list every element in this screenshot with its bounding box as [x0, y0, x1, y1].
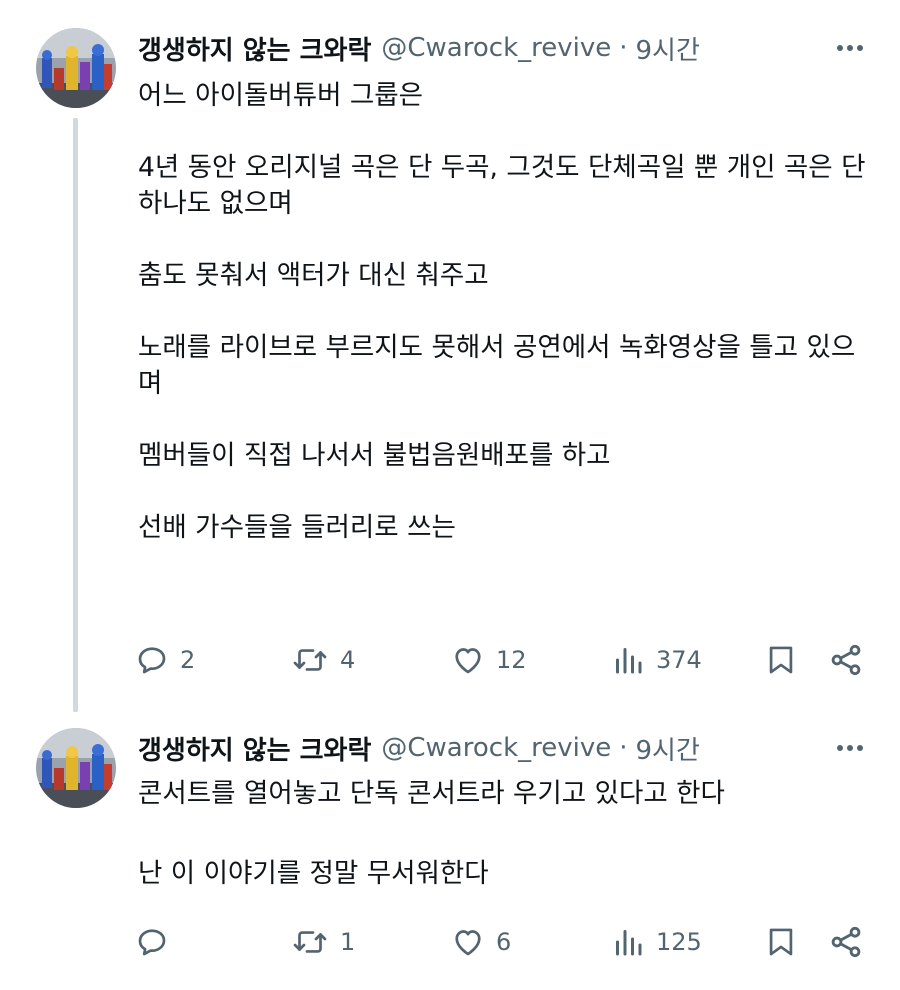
- share-icon: [831, 926, 861, 958]
- text-line: 노래를 라이브로 부르지도 못해서 공연에서 녹화영상을 틀고 있으며: [138, 332, 856, 399]
- tweet-1[interactable]: 갱생하지 않는 크와락 @Cwarock_revive · 9시간 어느 아이돌…: [0, 0, 900, 712]
- retweet-button[interactable]: 1: [290, 922, 355, 962]
- author-name[interactable]: 갱생하지 않는 크와락: [138, 730, 371, 767]
- action-bar: 1 6 125: [134, 922, 874, 962]
- views-count: 125: [656, 928, 702, 956]
- action-bar: 2 4 12 374: [134, 640, 874, 680]
- timestamp[interactable]: 9시간: [636, 30, 700, 67]
- retweet-icon: [293, 649, 327, 671]
- tweet-header: 갱생하지 않는 크와락 @Cwarock_revive · 9시간: [138, 730, 700, 766]
- share-button[interactable]: [828, 922, 864, 962]
- like-count: 6: [496, 928, 512, 956]
- retweet-icon: [293, 931, 327, 953]
- like-icon: [455, 648, 481, 674]
- tweet-header: 갱생하지 않는 크와락 @Cwarock_revive · 9시간: [138, 30, 700, 66]
- views-button[interactable]: 374: [610, 640, 702, 680]
- retweet-button[interactable]: 4: [290, 640, 355, 680]
- text-line: 콘서트를 열어놓고 단독 콘서트라 우기고 있다고 한다: [138, 778, 725, 809]
- reply-icon: [138, 647, 166, 674]
- reply-button[interactable]: [134, 922, 180, 962]
- bookmark-button[interactable]: [764, 640, 798, 680]
- reply-icon: [138, 929, 166, 956]
- timestamp[interactable]: 9시간: [636, 730, 700, 767]
- retweet-count: 1: [340, 928, 356, 956]
- like-button[interactable]: 12: [450, 640, 527, 680]
- views-icon: [616, 930, 642, 956]
- text-line: 선배 가수들을 들러리로 쓰는: [138, 512, 456, 543]
- like-icon: [455, 930, 481, 956]
- avatar-image: [36, 728, 116, 808]
- tweet-text: 콘서트를 열어놓고 단독 콘서트라 우기고 있다고 한다 난 이 이야기를 정말…: [138, 776, 868, 892]
- retweet-count: 4: [340, 646, 356, 674]
- share-icon: [831, 644, 861, 676]
- more-icon[interactable]: [834, 36, 866, 60]
- views-button[interactable]: 125: [610, 922, 702, 962]
- text-line: 춤도 못춰서 액터가 대신 춰주고: [138, 260, 489, 291]
- share-button[interactable]: [828, 640, 864, 680]
- text-line: 어느 아이돌버튜버 그룹은: [138, 80, 424, 111]
- bookmark-icon: [769, 928, 793, 956]
- thread-line: [73, 118, 78, 712]
- reply-button[interactable]: 2: [134, 640, 195, 680]
- separator-dot: ·: [619, 33, 628, 63]
- like-button[interactable]: 6: [450, 922, 511, 962]
- bookmark-button[interactable]: [764, 922, 798, 962]
- author-handle[interactable]: @Cwarock_revive: [381, 33, 611, 63]
- reply-count: 2: [180, 646, 196, 674]
- avatar-image: [36, 28, 116, 108]
- separator-dot: ·: [619, 733, 628, 763]
- tweet-2[interactable]: 갱생하지 않는 크와락 @Cwarock_revive · 9시간 콘서트를 열…: [0, 700, 900, 990]
- author-handle[interactable]: @Cwarock_revive: [381, 733, 611, 763]
- avatar[interactable]: [36, 728, 116, 808]
- views-icon: [616, 648, 642, 674]
- author-name[interactable]: 갱생하지 않는 크와락: [138, 30, 371, 67]
- views-count: 374: [656, 646, 702, 674]
- tweet-text: 어느 아이돌버튜버 그룹은 4년 동안 오리지널 곡은 단 두곡, 그것도 단체…: [138, 78, 868, 546]
- text-line: 난 이 이야기를 정말 무서워한다: [138, 858, 489, 889]
- text-line: 멤버들이 직접 나서서 불법음원배포를 하고: [138, 440, 611, 471]
- text-line: 4년 동안 오리지널 곡은 단 두곡, 그것도 단체곡일 뿐 개인 곡은 단 하…: [138, 152, 866, 219]
- like-count: 12: [496, 646, 527, 674]
- bookmark-icon: [769, 646, 793, 674]
- more-icon[interactable]: [834, 736, 866, 760]
- avatar[interactable]: [36, 28, 116, 108]
